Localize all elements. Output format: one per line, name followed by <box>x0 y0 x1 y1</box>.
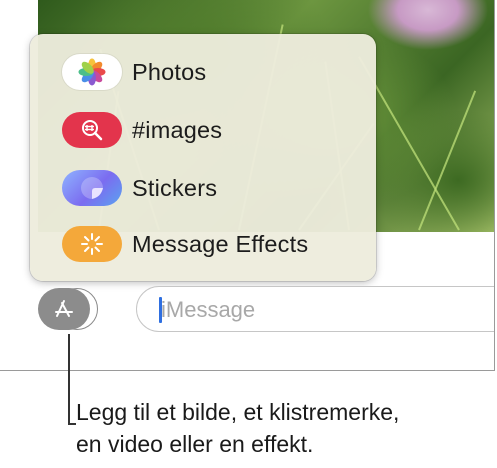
menu-item-stickers[interactable]: Stickers <box>62 166 217 210</box>
menu-item-images[interactable]: #images <box>62 108 222 152</box>
messages-window: Photos #images Stickers Message Effects … <box>0 0 495 371</box>
imessage-placeholder: iMessage <box>161 297 256 322</box>
app-store-icon <box>38 288 90 330</box>
stickers-icon <box>62 170 122 206</box>
imessage-input[interactable]: iMessage <box>136 286 494 332</box>
apps-popup-menu: Photos #images Stickers Message Effects <box>30 34 376 281</box>
callout-line-1: Legg til et bilde, et klistremerke, <box>76 399 400 425</box>
images-search-icon <box>62 112 122 148</box>
menu-item-label: Stickers <box>132 174 218 201</box>
callout-line-2: en video eller en effekt. <box>76 431 314 457</box>
callout-leader-line <box>68 334 70 424</box>
callout-caption: Legg til et bilde, et klistremerke, en v… <box>76 396 497 460</box>
menu-item-label: Message Effects <box>132 230 309 257</box>
menu-item-label: #images <box>132 116 223 143</box>
callout-leader-tick <box>68 423 76 425</box>
apps-button[interactable] <box>38 288 98 330</box>
message-effects-icon <box>62 226 122 262</box>
menu-item-label: Photos <box>132 58 207 85</box>
menu-item-photos[interactable]: Photos <box>62 50 206 94</box>
photos-icon <box>62 54 122 90</box>
menu-item-message-effects[interactable]: Message Effects <box>62 222 308 266</box>
